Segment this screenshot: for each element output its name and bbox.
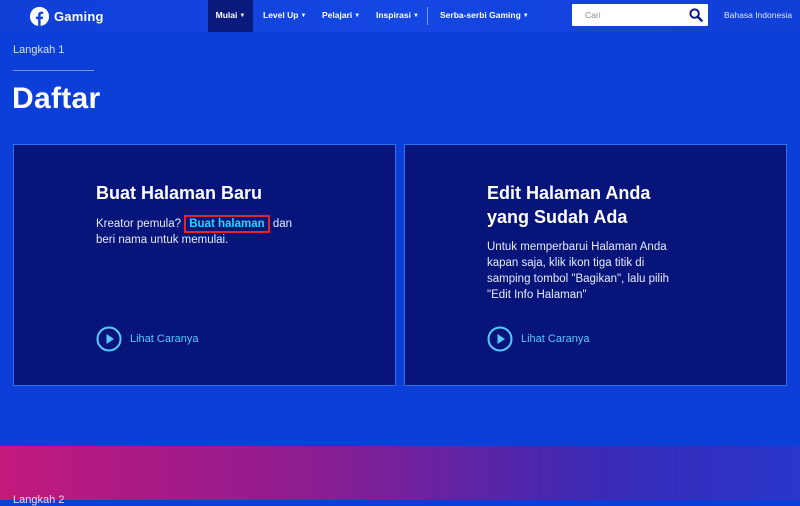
nav-item-label: Level Up [263,10,299,20]
language-selector[interactable]: Bahasa Indonesia [724,0,792,30]
nav-item-inspirasi[interactable]: Inspirasi ▼ [376,0,419,32]
nav-item-label: Serba-serbi Gaming [440,10,521,20]
see-how-button[interactable]: Lihat Caranya [96,326,199,352]
chevron-down-icon: ▼ [412,13,419,19]
next-step-label: Langkah 2 [13,494,65,506]
card-text-line1: Untuk memperbarui Halaman Anda [487,241,667,253]
nav-item-level-up[interactable]: Level Up ▼ [263,0,306,32]
chevron-down-icon: ▼ [300,13,307,19]
card-title-line1: Edit Halaman Anda [487,183,651,203]
card-text-line3: samping tombol "Bagikan", lalu pilih [487,273,670,285]
nav-divider [427,7,428,25]
chevron-down-icon: ▼ [354,13,361,19]
facebook-icon [30,6,49,26]
card-text-before-link: Kreator pemula? [96,218,182,230]
card-title: Edit Halaman Anda yang Sudah Ada [487,181,650,229]
chevron-down-icon: ▼ [522,13,529,19]
card-title-line2: yang Sudah Ada [487,207,628,227]
nav-item-serba-serbi-gaming[interactable]: Serba-serbi Gaming ▼ [440,0,529,32]
nav-item-label: Pelajari [322,10,353,20]
card-text-line4: "Edit Info Halaman" [487,289,587,301]
see-how-label: Lihat Caranya [521,333,590,345]
page-title: Daftar [12,82,101,115]
card-create-new-page: Buat Halaman Baru Kreator pemula? Buat h… [13,144,396,386]
facebook-gaming-logo[interactable]: Gaming [30,6,104,26]
next-step-section: Langkah 2 [0,446,800,506]
card-text-after-link: dan [272,218,293,230]
see-how-button[interactable]: Lihat Caranya [487,326,590,352]
top-navigation: Gaming Mulai ▼ Level Up ▼ Pelajari ▼ Inspir… [0,0,800,32]
card-title: Buat Halaman Baru [96,183,263,203]
step-label: Langkah 1 [13,44,65,56]
play-icon [96,326,122,352]
create-page-link[interactable]: Buat halaman [184,215,270,233]
card-text-line2: beri nama untuk memulai. [96,234,229,246]
chevron-down-icon: ▼ [239,13,246,19]
nav-item-pelajari[interactable]: Pelajari ▼ [322,0,360,32]
step-underline [13,70,94,71]
search-icon[interactable] [689,8,703,22]
card-description: Kreator pemula? Buat halaman dan beri na… [96,215,356,248]
search-input[interactable] [572,4,708,26]
nav-item-label: Mulai [215,10,238,20]
card-text-line2: kapan saja, klik ikon tiga titik di [487,257,645,269]
see-how-label: Lihat Caranya [130,333,199,345]
card-description: Untuk memperbarui Halaman Anda kapan saj… [487,239,737,303]
nav-item-label: Inspirasi [376,10,411,20]
card-edit-existing-page: Edit Halaman Anda yang Sudah Ada Untuk m… [404,144,787,386]
play-icon [487,326,513,352]
brand-name: Gaming [54,8,104,24]
nav-item-mulai[interactable]: Mulai ▼ [208,0,253,32]
